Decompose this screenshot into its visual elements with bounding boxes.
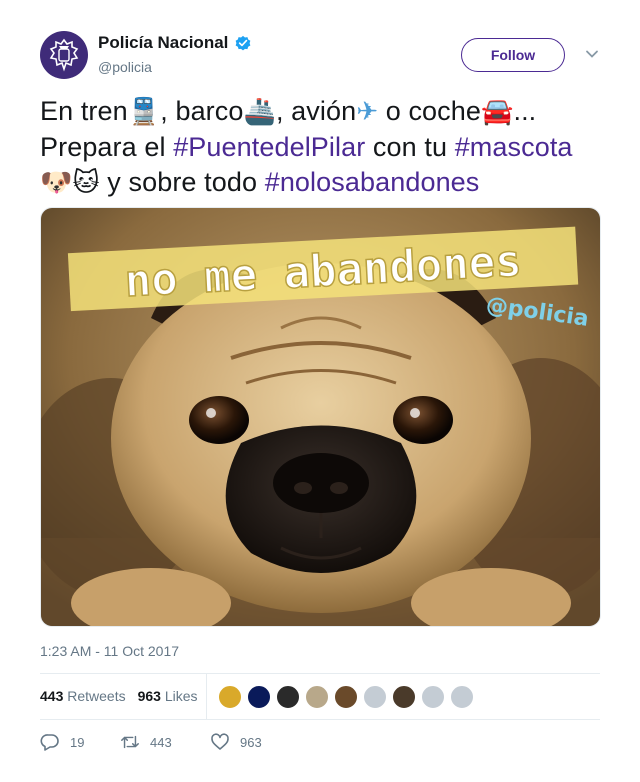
reply-count: 19: [70, 734, 85, 750]
liker-avatar[interactable]: [421, 685, 445, 709]
ship-emoji-icon: 🚢: [243, 97, 276, 127]
account-avatar[interactable]: [40, 31, 88, 79]
tweet-actions: 19 443 963: [40, 733, 262, 751]
liker-avatar[interactable]: [276, 685, 300, 709]
text-segment: y sobre todo: [99, 167, 265, 197]
liker-avatar[interactable]: [363, 685, 387, 709]
hashtag-link-puentedelpilar[interactable]: #PuentedelPilar: [173, 132, 365, 162]
tweet-line-1: En tren🚆, barco🚢, avión✈ o coche🚘...: [40, 94, 600, 130]
likes-count: 963: [137, 688, 161, 704]
retweet-button[interactable]: 443: [120, 733, 210, 751]
follow-button[interactable]: Follow: [461, 38, 565, 72]
retweets-count: 443: [40, 688, 64, 704]
account-handle[interactable]: @policia: [98, 59, 152, 75]
cat-emoji-icon: 🐱: [72, 168, 100, 198]
liker-avatar[interactable]: [334, 685, 358, 709]
pug-photo-image: no me abandones @policia: [41, 208, 600, 626]
airplane-emoji-icon: ✈: [356, 97, 379, 127]
like-button[interactable]: 963: [210, 733, 262, 751]
tweet-photo[interactable]: no me abandones @policia: [40, 207, 601, 627]
liker-avatar[interactable]: [247, 685, 271, 709]
verified-badge-icon: [236, 35, 251, 51]
liker-avatars: [218, 685, 474, 709]
divider: [40, 673, 600, 674]
text-segment: , avión: [275, 96, 357, 126]
tweet-line-2: Prepara el #PuentedelPilar con tu #masco…: [40, 130, 600, 165]
heart-icon: [211, 733, 229, 750]
text-segment: En tren: [40, 96, 128, 126]
like-count: 963: [240, 734, 262, 750]
tweet-timestamp[interactable]: 1:23 AM - 11 Oct 2017: [40, 643, 179, 659]
stats-divider: [206, 674, 207, 720]
liker-avatar[interactable]: [450, 685, 474, 709]
train-emoji-icon: 🚆: [127, 97, 161, 127]
liker-avatar[interactable]: [305, 685, 329, 709]
text-segment: con tu: [365, 132, 455, 162]
account-name[interactable]: Policía Nacional: [98, 33, 228, 53]
chevron-down-icon[interactable]: [585, 49, 599, 59]
reply-button[interactable]: 19: [40, 733, 120, 751]
tweet-text: En tren🚆, barco🚢, avión✈ o coche🚘... Pre…: [40, 94, 600, 201]
likes-stat[interactable]: 963 Likes: [138, 688, 198, 704]
text-segment: Prepara el: [40, 132, 174, 162]
police-badge-icon: [49, 38, 79, 72]
retweet-icon: [121, 735, 139, 749]
hashtag-link-mascota[interactable]: #mascota: [455, 132, 573, 162]
liker-avatar[interactable]: [218, 685, 242, 709]
tweet-line-3: 🐶🐱 y sobre todo #nolosabandones: [40, 165, 600, 201]
liker-avatar[interactable]: [392, 685, 416, 709]
hashtag-link-nolosabandones[interactable]: #nolosabandones: [265, 167, 480, 197]
retweet-count: 443: [150, 734, 172, 750]
tweet-stats: 443 Retweets 963 Likes: [40, 688, 198, 704]
text-segment: o coche: [378, 96, 481, 126]
retweets-stat[interactable]: 443 Retweets: [40, 688, 126, 704]
car-emoji-icon: 🚘: [481, 97, 514, 127]
divider: [40, 719, 600, 720]
retweets-label: Retweets: [67, 688, 126, 704]
text-segment: ...: [513, 96, 537, 126]
dog-emoji-icon: 🐶: [40, 168, 73, 198]
text-segment: , barco: [160, 96, 244, 126]
likes-label: Likes: [164, 688, 198, 704]
reply-icon: [40, 734, 59, 751]
